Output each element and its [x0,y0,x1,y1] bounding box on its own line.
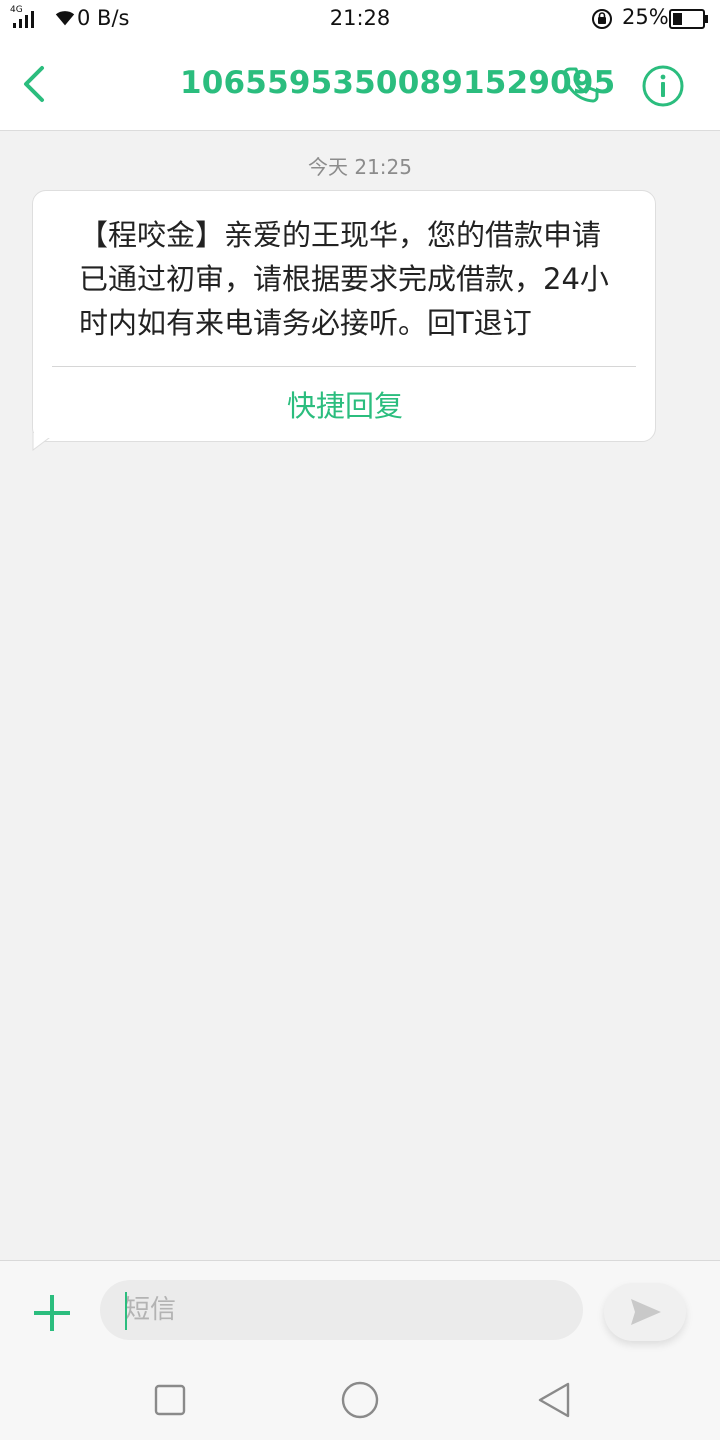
battery-percent: 25% [622,5,669,29]
send-icon [631,1299,661,1325]
battery-icon [669,9,708,29]
back-triangle-icon[interactable] [536,1380,572,1420]
message-timestamp: 今天 21:25 [308,155,412,179]
message-input[interactable] [100,1280,583,1340]
phone-icon[interactable] [561,65,601,105]
message-bubble[interactable]: 【程咬金】亲爱的王现华，您的借款申请已通过初审，请根据要求完成借款，24小时内如… [32,190,656,442]
info-icon[interactable] [641,64,685,108]
compose-bar [0,1260,720,1360]
bubble-divider [52,366,636,367]
plus-icon[interactable] [32,1293,72,1333]
message-text: 【程咬金】亲爱的王现华，您的借款申请已通过初审，请根据要求完成借款，24小时内如… [79,218,609,340]
bubble-tail [32,432,51,451]
status-bar: 4G 0 B/s 21:28 25% [0,0,720,38]
conversation-header: 10655953500891529095 [0,38,720,131]
text-cursor [125,1292,127,1330]
back-arrow-icon[interactable] [16,62,56,106]
quick-reply-button[interactable]: 快捷回复 [33,383,657,425]
system-nav-bar [0,1360,720,1440]
rotation-lock-icon [592,9,612,29]
messaging-screen: 4G 0 B/s 21:28 25% 10655953500891529095 … [0,0,720,1440]
home-circle-icon[interactable] [340,1380,380,1420]
send-button[interactable] [604,1283,686,1341]
contact-number: 10655953500891529095 [180,65,616,101]
recents-square-icon[interactable] [154,1380,186,1420]
